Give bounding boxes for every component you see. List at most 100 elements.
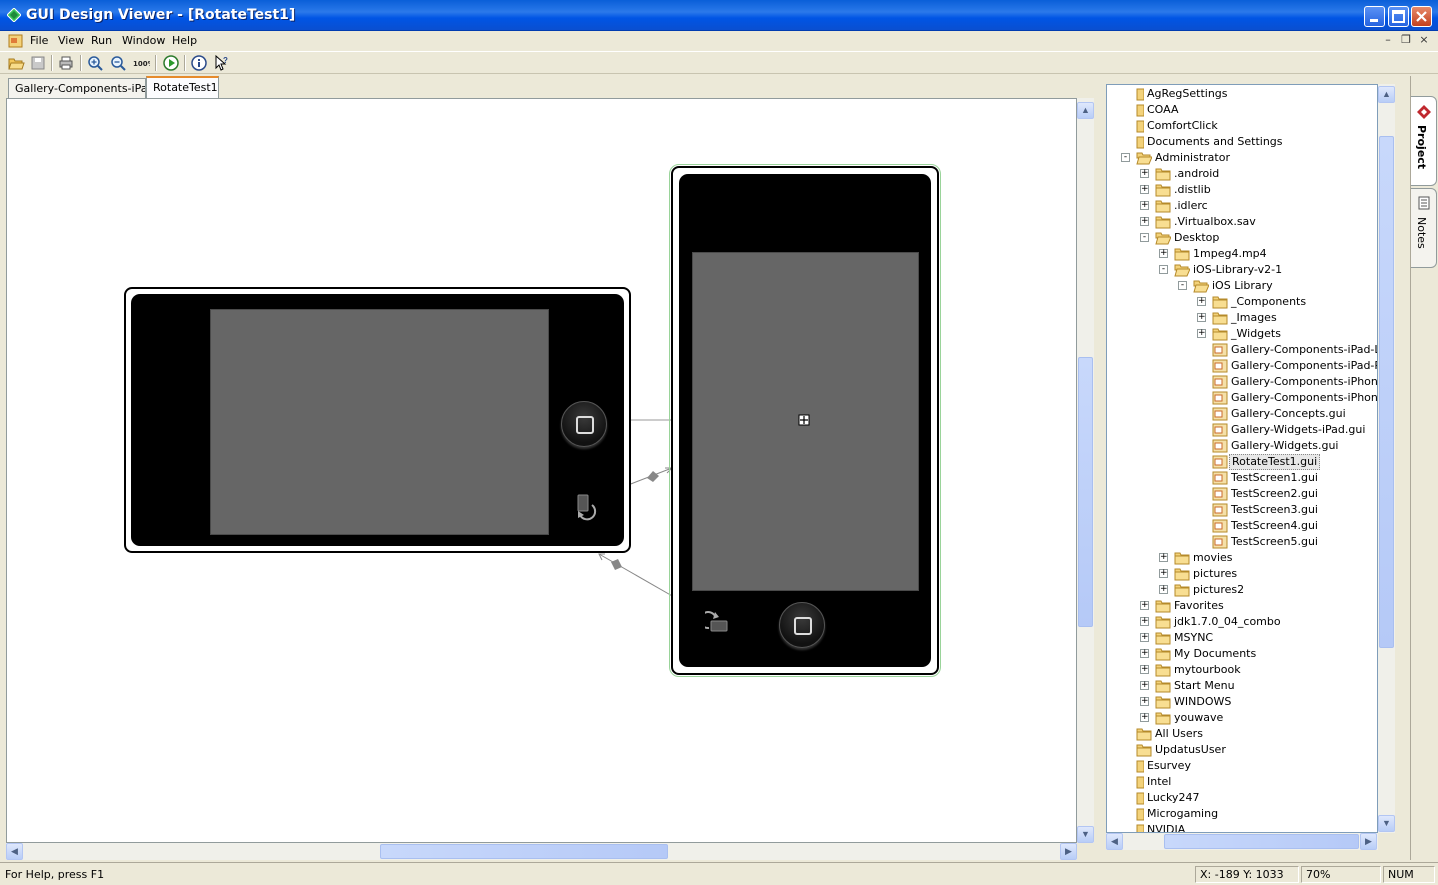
tree-item[interactable]: Gallery-Components-iPhone-L.gui	[1107, 374, 1377, 390]
tree-item[interactable]: Gallery-Components-iPad-L.gui	[1107, 342, 1377, 358]
expand-icon[interactable]: +	[1159, 553, 1168, 562]
menu-view[interactable]: View	[58, 34, 84, 47]
save-all-icon[interactable]	[29, 54, 47, 72]
scroll-left-icon[interactable]: ◀	[1106, 833, 1123, 850]
expand-icon[interactable]: +	[1197, 329, 1206, 338]
expand-icon[interactable]: +	[1159, 585, 1168, 594]
canvas-vertical-scrollbar[interactable]: ▲ ▼	[1077, 98, 1094, 843]
scroll-thumb[interactable]	[1379, 136, 1394, 648]
expand-icon[interactable]: +	[1140, 169, 1149, 178]
maximize-button[interactable]	[1388, 6, 1409, 27]
menu-window[interactable]: Window	[122, 34, 165, 47]
tree-item[interactable]: + youwave	[1107, 710, 1377, 726]
tree-item[interactable]: Intel	[1107, 774, 1377, 790]
tree-item[interactable]: AgRegSettings	[1107, 86, 1377, 102]
tree-item[interactable]: + _Components	[1107, 294, 1377, 310]
info-icon[interactable]	[190, 54, 208, 72]
tree-item[interactable]: + mytourbook	[1107, 662, 1377, 678]
tree-item[interactable]: - Administrator	[1107, 150, 1377, 166]
canvas-horizontal-scrollbar[interactable]: ◀ ▶	[6, 843, 1077, 860]
zoom-in-icon[interactable]	[86, 54, 104, 72]
tree-item[interactable]: NVIDIA	[1107, 822, 1377, 832]
tree-vertical-scrollbar[interactable]: ▲ ▼	[1378, 84, 1395, 833]
tree-item[interactable]: + Favorites	[1107, 598, 1377, 614]
expand-icon[interactable]: +	[1197, 313, 1206, 322]
tree-item[interactable]: COAA	[1107, 102, 1377, 118]
scroll-up-icon[interactable]: ▲	[1077, 102, 1094, 119]
scroll-down-icon[interactable]: ▼	[1378, 815, 1395, 832]
tree-item[interactable]: TestScreen2.gui	[1107, 486, 1377, 502]
tree-item[interactable]: Lucky247	[1107, 790, 1377, 806]
tree-item[interactable]: Esurvey	[1107, 758, 1377, 774]
tree-item[interactable]: Gallery-Widgets.gui	[1107, 438, 1377, 454]
menu-help[interactable]: Help	[172, 34, 197, 47]
tree-horizontal-scrollbar[interactable]: ◀ ▶	[1106, 833, 1378, 850]
tree-item[interactable]: + .distlib	[1107, 182, 1377, 198]
rotate-device-icon[interactable]	[572, 493, 600, 521]
tab-gallery-components-ipad-l[interactable]: Gallery-Components-iPad-L	[8, 78, 146, 98]
expand-icon[interactable]: +	[1159, 569, 1168, 578]
collapse-icon[interactable]: -	[1178, 281, 1187, 290]
mdi-minimize-icon[interactable]: –	[1382, 34, 1394, 46]
zoom-100-icon[interactable]: 100%	[132, 54, 150, 72]
scroll-thumb[interactable]	[1164, 834, 1359, 849]
tree-item[interactable]: UpdatusUser	[1107, 742, 1377, 758]
close-button[interactable]	[1411, 6, 1432, 27]
scroll-thumb[interactable]	[380, 844, 668, 859]
tree-item[interactable]: - iOS-Library-v2-1	[1107, 262, 1377, 278]
tree-item[interactable]: + .idlerc	[1107, 198, 1377, 214]
tree-item[interactable]: All Users	[1107, 726, 1377, 742]
scroll-right-icon[interactable]: ▶	[1060, 843, 1077, 860]
tree-item[interactable]: Gallery-Components-iPhone-P.gui	[1107, 390, 1377, 406]
scroll-down-icon[interactable]: ▼	[1077, 826, 1094, 843]
tree-item[interactable]: + _Widgets	[1107, 326, 1377, 342]
project-tree[interactable]: AgRegSettings COAA ComfortClick Documents a…	[1106, 84, 1378, 833]
minimize-button[interactable]	[1364, 6, 1385, 27]
tree-item[interactable]: + My Documents	[1107, 646, 1377, 662]
open-folder-icon[interactable]	[7, 54, 25, 72]
menu-run[interactable]: Run	[91, 34, 112, 47]
collapse-icon[interactable]: -	[1140, 233, 1149, 242]
expand-icon[interactable]: +	[1140, 217, 1149, 226]
print-icon[interactable]	[57, 54, 75, 72]
expand-icon[interactable]: +	[1197, 297, 1206, 306]
expand-icon[interactable]: +	[1140, 185, 1149, 194]
tree-item[interactable]: Gallery-Components-iPad-P.gui	[1107, 358, 1377, 374]
tree-item[interactable]: RotateTest1.gui	[1107, 454, 1377, 470]
tree-item[interactable]: + _Images	[1107, 310, 1377, 326]
tree-item[interactable]: Gallery-Widgets-iPad.gui	[1107, 422, 1377, 438]
tree-item[interactable]: +1mpeg4.mp4	[1107, 246, 1377, 262]
tree-item[interactable]: + .Virtualbox.sav	[1107, 214, 1377, 230]
tree-item[interactable]: TestScreen3.gui	[1107, 502, 1377, 518]
tree-item[interactable]: + pictures2	[1107, 582, 1377, 598]
expand-icon[interactable]: +	[1140, 649, 1149, 658]
tree-item[interactable]: + movies	[1107, 550, 1377, 566]
mdi-close-icon[interactable]: ×	[1418, 34, 1430, 46]
design-canvas[interactable]	[6, 98, 1077, 843]
tree-item[interactable]: + WINDOWS	[1107, 694, 1377, 710]
tree-item[interactable]: TestScreen1.gui	[1107, 470, 1377, 486]
scroll-right-icon[interactable]: ▶	[1360, 833, 1377, 850]
expand-icon[interactable]: +	[1140, 633, 1149, 642]
scroll-up-icon[interactable]: ▲	[1378, 86, 1395, 103]
tree-item[interactable]: + .android	[1107, 166, 1377, 182]
home-button-icon[interactable]	[779, 602, 825, 648]
mdi-restore-icon[interactable]: ❐	[1400, 34, 1412, 46]
tree-item[interactable]: + jdk1.7.0_04_combo	[1107, 614, 1377, 630]
expand-icon[interactable]: +	[1140, 617, 1149, 626]
scroll-thumb[interactable]	[1078, 357, 1093, 627]
tree-item[interactable]: + MSYNC	[1107, 630, 1377, 646]
tree-item[interactable]: + pictures	[1107, 566, 1377, 582]
collapse-icon[interactable]: -	[1159, 265, 1168, 274]
pane-splitter[interactable]	[1094, 76, 1102, 860]
expand-icon[interactable]: +	[1140, 697, 1149, 706]
expand-icon[interactable]: +	[1159, 249, 1168, 258]
tree-item[interactable]: TestScreen5.gui	[1107, 534, 1377, 550]
home-button-icon[interactable]	[561, 401, 607, 447]
context-help-icon[interactable]: ?	[213, 54, 231, 72]
rotate-back-transition-arrow[interactable]	[598, 553, 682, 602]
tree-item[interactable]: - iOS Library	[1107, 278, 1377, 294]
rotate-device-icon[interactable]	[705, 610, 733, 638]
device-landscape[interactable]	[124, 287, 631, 553]
scroll-left-icon[interactable]: ◀	[6, 843, 23, 860]
